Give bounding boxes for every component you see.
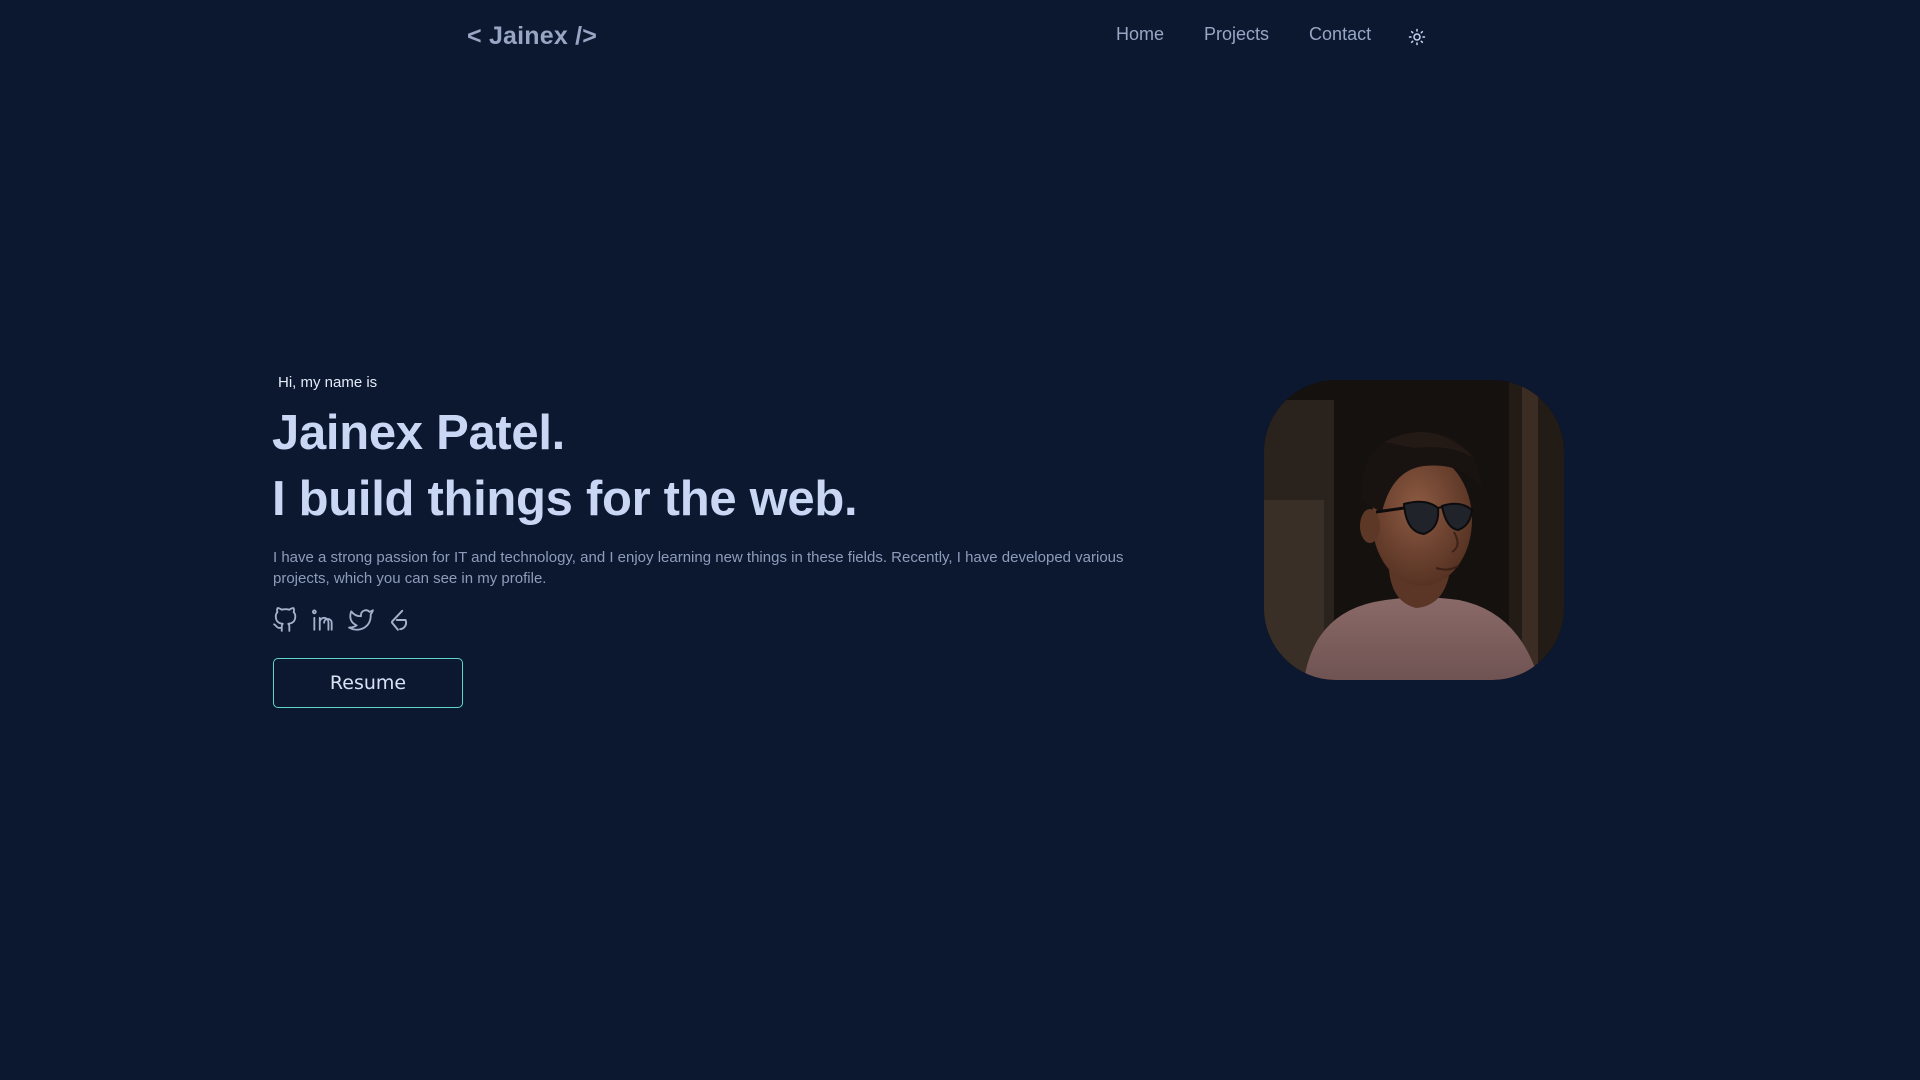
codechef-link[interactable] — [386, 607, 412, 633]
twitter-link[interactable] — [348, 607, 374, 633]
social-links — [272, 607, 424, 633]
resume-button[interactable]: Resume — [273, 658, 463, 708]
main-nav: Home Projects Contact — [1116, 24, 1411, 45]
site-logo[interactable]: < Jainex /> — [467, 22, 597, 51]
hero-greeting: Hi, my name is — [278, 374, 378, 391]
sun-icon — [1408, 28, 1426, 46]
nav-projects[interactable]: Projects — [1204, 24, 1269, 45]
page: < Jainex /> Home Projects Contact Hi, my… — [0, 0, 1920, 1080]
linkedin-link[interactable] — [310, 607, 336, 633]
codechef-icon — [390, 609, 408, 631]
nav-home[interactable]: Home — [1116, 24, 1164, 45]
profile-photo — [1264, 380, 1564, 680]
linkedin-icon — [312, 609, 333, 631]
github-icon — [273, 607, 297, 632]
hero-name: Jainex Patel. — [272, 406, 565, 460]
twitter-icon — [348, 609, 374, 631]
hero-description: I have a strong passion for IT and techn… — [273, 549, 1124, 587]
github-link[interactable] — [272, 607, 298, 633]
nav-contact[interactable]: Contact — [1309, 24, 1371, 45]
theme-toggle-button[interactable] — [1408, 28, 1426, 46]
hero-tagline: I build things for the web. — [272, 472, 858, 526]
